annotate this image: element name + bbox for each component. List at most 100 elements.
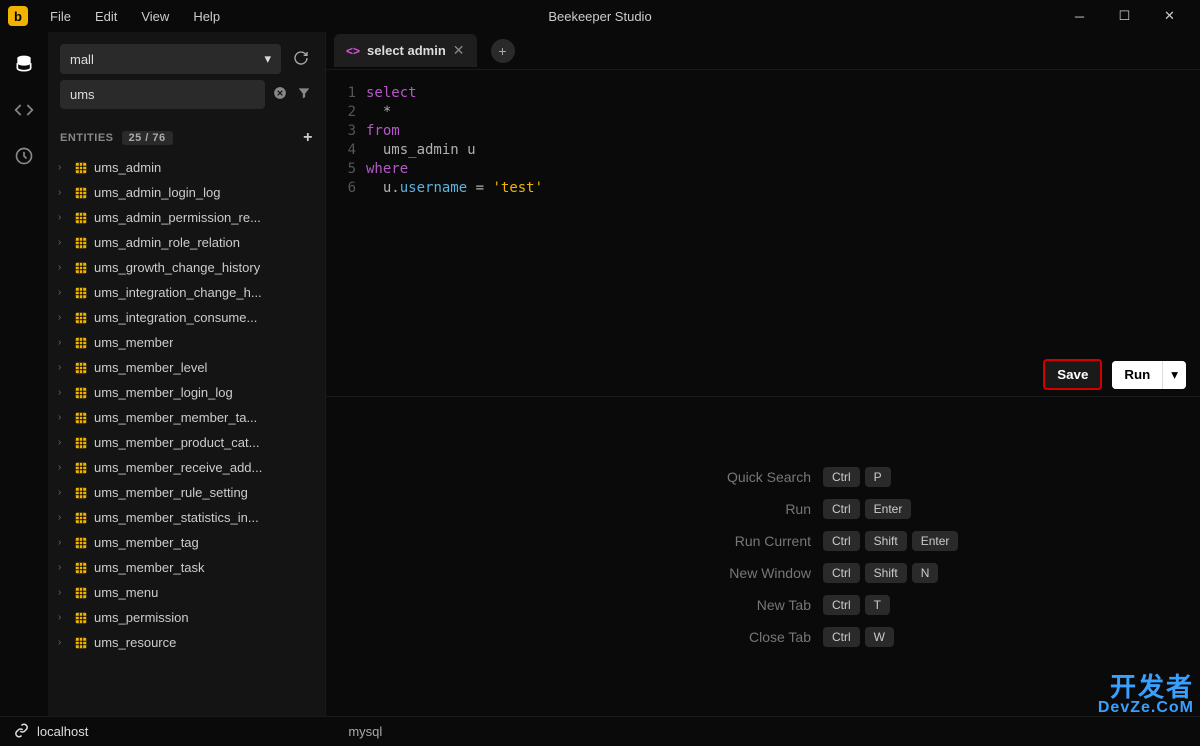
run-dropdown-button[interactable]: ▾ <box>1162 361 1186 389</box>
key: Ctrl <box>823 627 860 647</box>
database-selector[interactable]: mall ▾ <box>60 44 281 74</box>
key: T <box>865 595 890 615</box>
chevron-right-icon: › <box>58 237 68 248</box>
table-icon <box>74 561 88 575</box>
entity-item[interactable]: ›ums_member_receive_add... <box>48 455 325 480</box>
key: Enter <box>912 531 959 551</box>
table-icon <box>74 186 88 200</box>
history-icon[interactable] <box>12 144 36 168</box>
menu-file[interactable]: File <box>40 5 81 28</box>
entity-item[interactable]: › ums_member_task <box>48 555 325 580</box>
run-button[interactable]: Run <box>1112 361 1162 389</box>
entity-list[interactable]: ›ums_admin›ums_admin_login_log›ums_admin… <box>48 155 325 716</box>
entity-name: ums_member_statistics_in... <box>94 510 259 525</box>
close-button[interactable]: ✕ <box>1147 0 1192 32</box>
entity-name: ums_member_tag <box>94 535 199 550</box>
chevron-right-icon: › <box>58 312 68 323</box>
entity-name: ums_resource <box>94 635 176 650</box>
entities-label: ENTITIES <box>60 132 114 144</box>
entity-item[interactable]: ›ums_member_product_cat... <box>48 430 325 455</box>
chevron-right-icon: › <box>58 337 68 348</box>
status-host[interactable]: localhost <box>37 724 88 739</box>
chevron-right-icon: › <box>58 537 68 548</box>
entity-item[interactable]: ›ums_permission <box>48 605 325 630</box>
entity-item[interactable]: ›ums_admin_login_log <box>48 180 325 205</box>
shortcut-row: Quick SearchCtrlP <box>553 467 973 487</box>
tab-select-admin[interactable]: <> select admin ✕ <box>334 34 477 67</box>
entity-item[interactable]: ›ums_member_statistics_in... <box>48 505 325 530</box>
table-icon <box>74 511 88 525</box>
entity-name: ums_member_task <box>94 560 205 575</box>
menu-view[interactable]: View <box>131 5 179 28</box>
editor-area: <> select admin ✕ + 123456 select *from … <box>326 32 1200 716</box>
entity-item[interactable]: › ums_member_tag <box>48 530 325 555</box>
key: Ctrl <box>823 595 860 615</box>
maximize-button[interactable]: ☐ <box>1102 0 1147 32</box>
refresh-button[interactable] <box>289 46 313 73</box>
table-icon <box>74 386 88 400</box>
entity-name: ums_menu <box>94 585 158 600</box>
save-button[interactable]: Save <box>1043 359 1102 390</box>
entity-item[interactable]: ›ums_menu <box>48 580 325 605</box>
minimize-button[interactable]: ─ <box>1057 0 1102 32</box>
entity-name: ums_member <box>94 335 173 350</box>
table-icon <box>74 211 88 225</box>
entity-item[interactable]: ›ums_resource <box>48 630 325 655</box>
shortcut-label: New Tab <box>757 597 811 613</box>
entities-count: 25 / 76 <box>122 131 173 145</box>
entity-name: ums_integration_change_h... <box>94 285 262 300</box>
add-entity-button[interactable]: + <box>303 129 313 147</box>
chevron-right-icon: › <box>58 562 68 573</box>
chevron-right-icon: › <box>58 462 68 473</box>
database-icon[interactable] <box>12 52 36 76</box>
menu-edit[interactable]: Edit <box>85 5 127 28</box>
table-icon <box>74 636 88 650</box>
entity-item[interactable]: › ums_integration_change_h... <box>48 280 325 305</box>
table-icon <box>74 461 88 475</box>
entity-item[interactable]: › ums_admin <box>48 155 325 180</box>
shortcut-label: Quick Search <box>727 469 811 485</box>
table-icon <box>74 586 88 600</box>
entity-item[interactable]: ›ums_growth_change_history <box>48 255 325 280</box>
link-icon <box>14 723 29 741</box>
menu-help[interactable]: Help <box>183 5 230 28</box>
tab-close-icon[interactable]: ✕ <box>453 42 465 59</box>
entity-item[interactable]: ›ums_admin_permission_re... <box>48 205 325 230</box>
entity-item[interactable]: ›ums_member_login_log <box>48 380 325 405</box>
table-icon <box>74 436 88 450</box>
entity-filter-input[interactable] <box>60 80 265 109</box>
shortcut-row: RunCtrlEnter <box>553 499 973 519</box>
clear-filter-icon[interactable] <box>271 84 289 105</box>
key: Shift <box>865 531 907 551</box>
chevron-right-icon: › <box>58 487 68 498</box>
table-icon <box>74 236 88 250</box>
table-icon <box>74 311 88 325</box>
key: Ctrl <box>823 499 860 519</box>
entity-name: ums_member_rule_setting <box>94 485 248 500</box>
sql-editor[interactable]: 123456 select *from ums_admin uwhere u.u… <box>326 70 1200 396</box>
entity-item[interactable]: › ums_member <box>48 330 325 355</box>
shortcut-label: Run <box>785 501 811 517</box>
code-icon[interactable] <box>12 98 36 122</box>
entity-item[interactable]: ›ums_integration_consume... <box>48 305 325 330</box>
chevron-right-icon: › <box>58 162 68 173</box>
main-menu: FileEditViewHelp <box>40 5 230 28</box>
entity-item[interactable]: › ums_member_rule_setting <box>48 480 325 505</box>
key: N <box>912 563 939 583</box>
shortcut-row: New Tab CtrlT <box>553 595 973 615</box>
new-tab-button[interactable]: + <box>491 39 515 63</box>
key: Ctrl <box>823 531 860 551</box>
key: Ctrl <box>823 467 860 487</box>
shortcut-row: New WindowCtrlShiftN <box>553 563 973 583</box>
entity-name: ums_admin_permission_re... <box>94 210 261 225</box>
entity-item[interactable]: ›ums_member_member_ta... <box>48 405 325 430</box>
titlebar: b FileEditViewHelp Beekeeper Studio ─ ☐ … <box>0 0 1200 32</box>
entity-item[interactable]: ›ums_member_level <box>48 355 325 380</box>
entity-name: ums_member_level <box>94 360 207 375</box>
entity-name: ums_admin <box>94 160 161 175</box>
code-lines[interactable]: select *from ums_admin uwhere u.username… <box>366 84 1200 396</box>
entity-item[interactable]: ›ums_admin_role_relation <box>48 230 325 255</box>
shortcut-label: Close Tab <box>749 629 811 645</box>
filter-icon[interactable] <box>295 84 313 105</box>
chevron-right-icon: › <box>58 287 68 298</box>
